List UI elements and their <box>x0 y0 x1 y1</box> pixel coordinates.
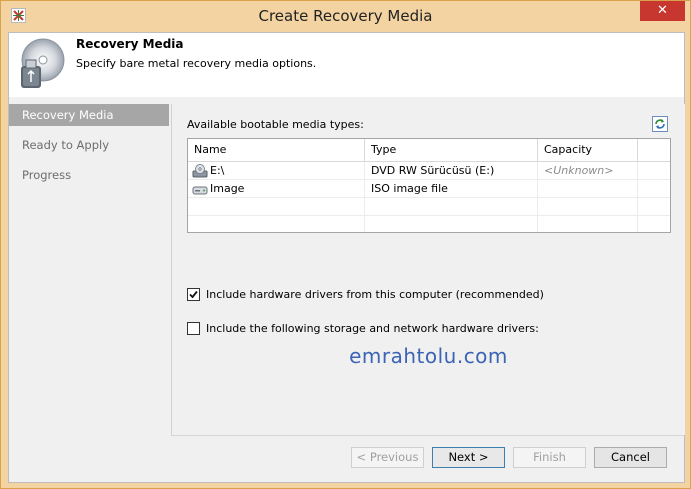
column-header-type[interactable]: Type <box>365 139 538 161</box>
include-hw-drivers-checkbox[interactable] <box>187 287 200 301</box>
cell-capacity <box>538 180 638 197</box>
cell-type: DVD RW Sürücüsü (E:) <box>365 162 538 179</box>
title-bar[interactable]: Create Recovery Media ✕ <box>1 1 690 32</box>
dialog-window: Create Recovery Media ✕ Recovery Media S… <box>0 0 691 489</box>
empty-cell <box>365 216 538 232</box>
next-button[interactable]: Next > <box>432 447 505 468</box>
column-header-name[interactable]: Name <box>188 139 365 161</box>
empty-cell <box>365 198 538 215</box>
wizard-header: Recovery Media Specify bare metal recove… <box>9 33 684 97</box>
empty-cell <box>188 198 365 215</box>
dialog-client: Recovery Media Specify bare metal recove… <box>8 32 685 483</box>
media-name: E:\ <box>210 164 225 177</box>
close-icon: ✕ <box>657 3 668 18</box>
table-row[interactable]: Image ISO image file <box>188 180 670 198</box>
empty-cell <box>188 216 365 232</box>
media-name: Image <box>210 182 245 195</box>
page-title: Recovery Media <box>76 37 184 51</box>
include-storage-drivers-label: Include the following storage and networ… <box>206 322 539 335</box>
include-storage-drivers-checkbox[interactable] <box>187 321 200 335</box>
close-button[interactable]: ✕ <box>640 1 685 21</box>
refresh-icon <box>655 119 665 129</box>
refresh-button[interactable] <box>652 116 668 132</box>
media-list-label: Available bootable media types: <box>187 118 364 131</box>
table-row-empty <box>188 198 670 216</box>
step-progress[interactable]: Progress <box>9 164 169 186</box>
footer-divider <box>171 435 684 436</box>
previous-button[interactable]: < Previous <box>351 447 424 468</box>
empty-cell <box>538 216 638 232</box>
empty-cell <box>538 198 638 215</box>
dvd-drive-icon <box>192 164 208 178</box>
watermark-text: emrahtolu.com <box>349 344 508 368</box>
cell-capacity: <Unknown> <box>538 162 638 179</box>
content-panel: Available bootable media types: Name Typ… <box>171 104 685 435</box>
cell-name: E:\ <box>188 162 365 179</box>
media-list-header: Name Type Capacity <box>188 139 670 162</box>
table-row-empty <box>188 216 670 232</box>
cell-name: Image <box>188 180 365 197</box>
table-row[interactable]: E:\ DVD RW Sürücüsü (E:) <Unknown> <box>188 162 670 180</box>
media-list[interactable]: Name Type Capacity E:\ DVD RW Sürücüsü (… <box>187 138 671 233</box>
disk-image-icon <box>192 186 208 195</box>
window-title: Create Recovery Media <box>258 7 433 25</box>
include-hw-drivers-label: Include hardware drivers from this compu… <box>206 288 544 301</box>
wizard-steps: Recovery Media Ready to Apply Progress <box>9 104 169 194</box>
step-ready-to-apply[interactable]: Ready to Apply <box>9 134 169 156</box>
disc-usb-icon <box>15 36 69 92</box>
finish-button[interactable]: Finish <box>513 447 586 468</box>
cancel-button[interactable]: Cancel <box>594 447 667 468</box>
page-description: Specify bare metal recovery media option… <box>76 57 317 70</box>
include-storage-drivers-option[interactable]: Include the following storage and networ… <box>187 321 539 338</box>
include-hw-drivers-option[interactable]: Include hardware drivers from this compu… <box>187 287 544 304</box>
column-header-capacity[interactable]: Capacity <box>538 139 638 161</box>
step-recovery-media[interactable]: Recovery Media <box>9 104 169 126</box>
checkmark-icon <box>189 290 198 298</box>
cell-type: ISO image file <box>365 180 538 197</box>
